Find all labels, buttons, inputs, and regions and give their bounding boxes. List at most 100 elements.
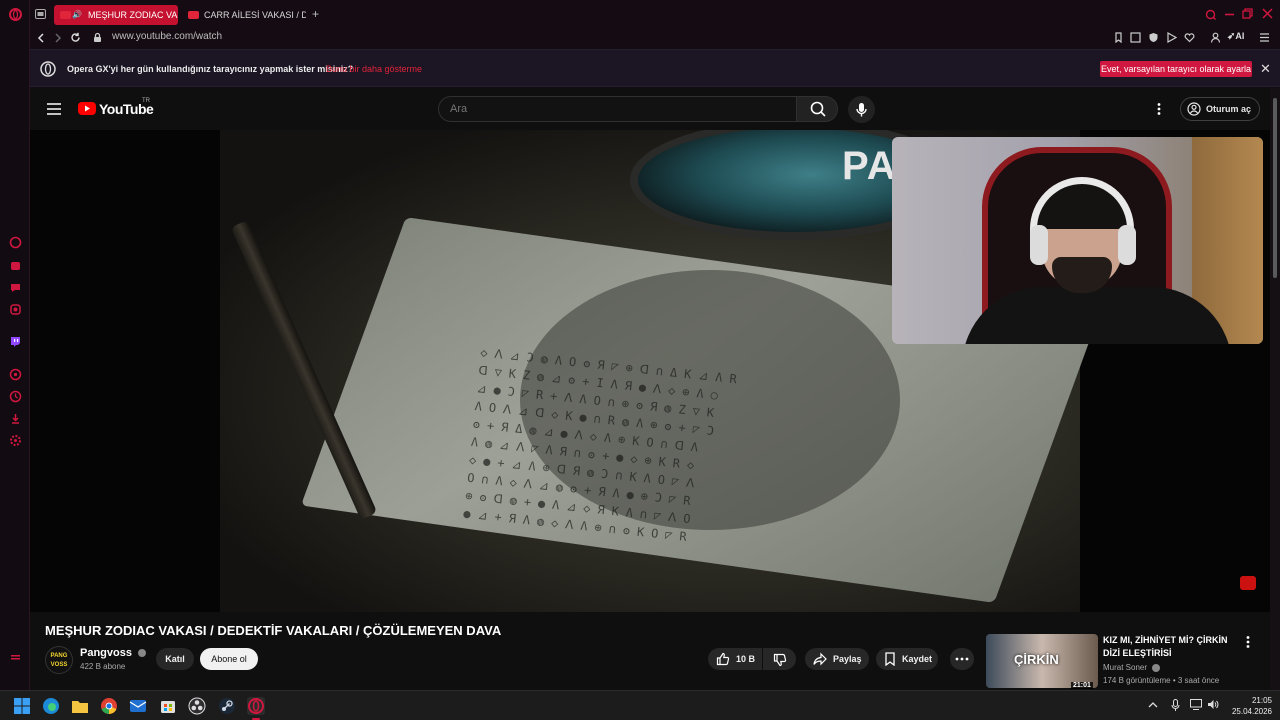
voice-search-button[interactable] — [848, 96, 875, 123]
sign-in-label: Oturum aç — [1206, 104, 1252, 114]
banner-close-icon[interactable]: ✕ — [1260, 61, 1271, 77]
headset-earcup-left — [1030, 225, 1048, 265]
settings-icon[interactable] — [9, 434, 22, 447]
headset-earcup-right — [1118, 225, 1136, 265]
tab-audio-icon: 🔊 — [72, 10, 82, 19]
store-icon[interactable] — [159, 697, 177, 715]
dislike-button[interactable] — [763, 648, 796, 670]
player-icon[interactable] — [9, 368, 22, 381]
obs-icon[interactable] — [188, 697, 206, 715]
recommended-more-icon[interactable] — [1246, 636, 1250, 648]
banner-message: Opera GX'yi her gün kullandığınız tarayı… — [67, 64, 354, 74]
thumbs-up-icon — [716, 652, 730, 666]
channel-name-text: Pangvoss — [80, 647, 132, 659]
like-button[interactable]: 10 B — [708, 648, 762, 670]
minimize-icon[interactable] — [1205, 9, 1216, 20]
lock-icon[interactable] — [93, 32, 102, 43]
page-scrollbar[interactable] — [1270, 88, 1280, 690]
sign-in-button[interactable]: Oturum aç — [1180, 97, 1260, 121]
system-clock[interactable]: 21:05 25.04.2026 — [1222, 695, 1272, 717]
like-count: 10 B — [736, 654, 756, 664]
tray-volume-icon[interactable] — [1207, 699, 1219, 710]
region-code: TR — [142, 98, 150, 104]
recommended-duration: 21:01 — [1071, 682, 1093, 689]
channel-watermark-icon[interactable] — [1240, 576, 1256, 590]
channel-avatar[interactable]: PANG VOSS — [45, 646, 73, 674]
clock-date: 25.04.2026 — [1231, 707, 1272, 716]
reload-icon[interactable] — [70, 32, 81, 43]
tab-strip: 🔊 MEŞHUR ZODIAC VAKA CARR AİLESİ VAKASI … — [30, 0, 1280, 29]
snapshot-icon[interactable] — [1113, 32, 1124, 43]
set-default-button[interactable]: Evet, varsayılan tarayıcı olarak ayarla — [1100, 61, 1252, 77]
more-options-icon[interactable] — [1157, 103, 1161, 115]
hamburger-menu-icon[interactable] — [47, 103, 61, 115]
save-button[interactable]: Kaydet — [876, 648, 938, 670]
youtube-favicon-icon — [188, 11, 199, 19]
messenger-icon[interactable] — [9, 281, 22, 294]
share-button[interactable]: Paylaş — [805, 648, 869, 670]
tray-display-icon[interactable] — [1190, 699, 1202, 710]
url-field[interactable]: www.youtube.com/watch — [112, 31, 222, 42]
search-button[interactable] — [796, 96, 838, 122]
mic-icon — [856, 103, 867, 117]
recommended-title[interactable]: KIZ MI, ZİHNİYET Mİ? ÇİRKİN DİZİ ELEŞTİR… — [1103, 634, 1243, 660]
channel-name[interactable]: Pangvoss — [80, 647, 147, 659]
join-button[interactable]: Katıl — [156, 648, 194, 670]
new-tab-button[interactable]: + — [312, 7, 319, 21]
opera-logo-icon[interactable] — [9, 8, 22, 21]
gx-corner-icon[interactable] — [9, 259, 22, 272]
dont-show-again-link[interactable]: Bunu bir daha gösterme — [326, 64, 422, 74]
bookmark-icon — [884, 652, 896, 666]
forward-icon[interactable] — [53, 33, 63, 43]
search-input[interactable] — [438, 96, 796, 122]
thumbs-down-icon — [773, 653, 787, 667]
subscribe-button[interactable]: Abone ol — [200, 648, 258, 670]
downloads-icon[interactable] — [9, 412, 22, 425]
verified-icon — [1152, 663, 1161, 672]
edge-icon[interactable] — [42, 697, 60, 715]
save-label: Kaydet — [902, 654, 933, 664]
aria-ai-icon[interactable]: ➶AI — [1227, 31, 1244, 42]
avatar-text: PANG VOSS — [50, 653, 68, 668]
opera-sidebar — [0, 0, 30, 690]
menu-icon[interactable] — [1259, 33, 1270, 42]
tab-label: MEŞHUR ZODIAC VAKA — [88, 10, 178, 20]
play-icon[interactable] — [1166, 32, 1177, 43]
search-icon — [810, 101, 826, 117]
restore-icon[interactable] — [1242, 8, 1253, 19]
tray-mic-icon[interactable] — [1171, 699, 1180, 712]
steam-icon[interactable] — [218, 697, 236, 715]
sidebar-more-icon[interactable] — [9, 650, 22, 663]
history-icon[interactable] — [9, 390, 22, 403]
chrome-icon[interactable] — [100, 697, 118, 715]
outlook-icon[interactable] — [129, 697, 147, 715]
back-icon[interactable] — [36, 33, 46, 43]
youtube-favicon-icon — [60, 11, 71, 19]
gx-control-icon[interactable] — [9, 236, 22, 249]
profile-icon[interactable] — [1210, 32, 1221, 43]
heart-icon[interactable] — [1184, 32, 1195, 43]
maximize-icon[interactable] — [1224, 10, 1235, 19]
video-overlay-text: PA — [842, 144, 897, 188]
easy-setup-icon[interactable] — [1130, 32, 1141, 43]
file-explorer-icon[interactable] — [71, 697, 89, 715]
clock-time: 21:05 — [1251, 696, 1272, 705]
close-icon[interactable] — [1262, 8, 1273, 19]
twitch-icon[interactable] — [9, 335, 22, 348]
recommended-channel[interactable]: Murat Soner — [1103, 663, 1161, 672]
tab-label: CARR AİLESİ VAKASI / DE — [204, 10, 306, 20]
tab-carr[interactable]: CARR AİLESİ VAKASI / DE — [182, 5, 306, 25]
workspaces-icon[interactable] — [35, 9, 46, 19]
more-actions-button[interactable] — [950, 648, 974, 670]
shield-icon[interactable] — [1148, 32, 1159, 43]
tray-chevron-icon[interactable] — [1148, 701, 1158, 709]
youtube-header: YouTube TR Oturum aç — [30, 88, 1270, 130]
windows-start-icon[interactable] — [13, 697, 31, 715]
opera-gx-taskbar-icon[interactable] — [247, 697, 265, 715]
recommended-channel-name: Murat Soner — [1103, 663, 1148, 672]
tab-zodiac[interactable]: 🔊 MEŞHUR ZODIAC VAKA — [54, 5, 178, 25]
instagram-icon[interactable] — [9, 303, 22, 316]
recommended-thumbnail[interactable]: ÇİRKİN — [986, 634, 1098, 688]
more-horiz-icon — [955, 657, 969, 661]
scrollbar-thumb[interactable] — [1273, 98, 1277, 278]
